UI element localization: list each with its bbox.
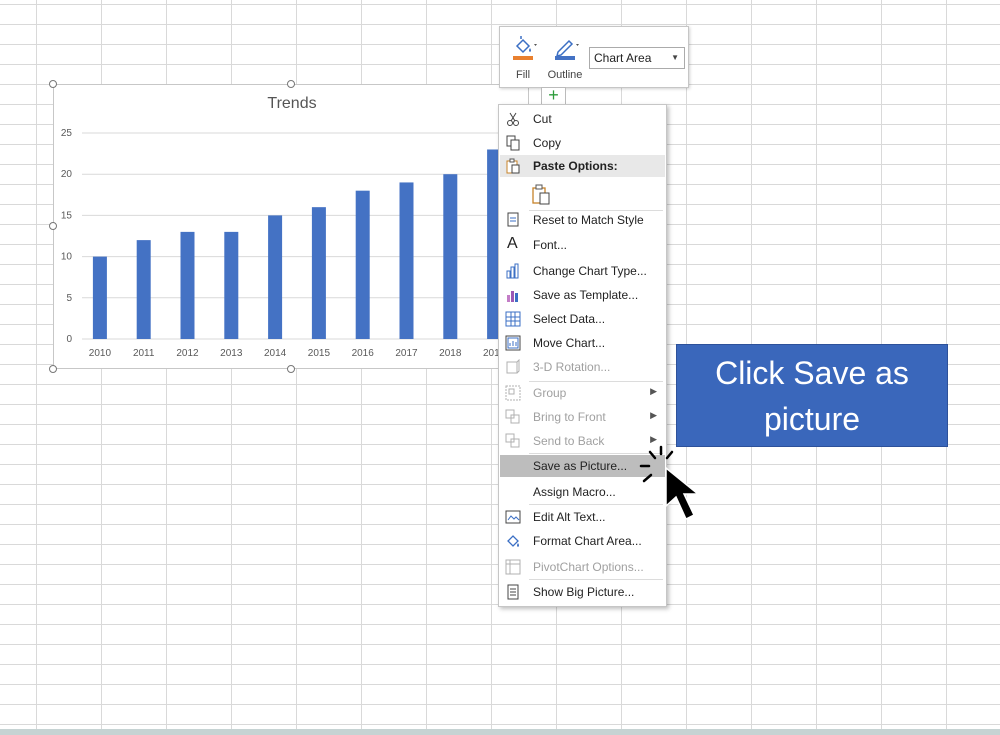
window-bottom-edge (0, 729, 1000, 735)
group-icon (505, 385, 521, 401)
menu-item-select-data[interactable]: Select Data... (500, 308, 665, 330)
mouse-cursor-click-icon (639, 445, 701, 521)
outline-label: Outline (547, 69, 583, 81)
bar-chart-icon (505, 263, 521, 279)
chart-element-select-value: Chart Area (594, 51, 652, 65)
format-paint-bucket-icon (505, 533, 521, 549)
fill-label: Fill (515, 69, 531, 81)
paste-clipboard-icon (505, 158, 521, 174)
bar (224, 231, 239, 339)
fill-button[interactable]: Fill (506, 31, 540, 83)
x-tick-label: 2011 (133, 348, 155, 359)
menu-separator (529, 579, 663, 580)
menu-item-cut[interactable]: Cut (500, 108, 665, 130)
instruction-callout: Click Save as picture (676, 344, 948, 447)
select-data-icon (505, 311, 521, 327)
outline-button[interactable]: Outline (544, 31, 586, 83)
menu-item-show-big-picture[interactable]: Show Big Picture... (500, 581, 665, 603)
menu-item-3d-rotation: 3-D Rotation... (500, 356, 665, 378)
dropdown-arrow-icon: ▼ (671, 53, 679, 62)
paste-option-keep-format[interactable] (500, 180, 665, 208)
menu-item-pivotchart-options: PivotChart Options... (500, 556, 665, 578)
resize-handle-top-left[interactable] (49, 80, 57, 88)
y-tick-label: 10 (61, 252, 73, 263)
move-chart-icon (505, 335, 521, 351)
bar (399, 182, 414, 339)
template-chart-icon (505, 287, 521, 303)
x-tick-label: 2016 (352, 348, 375, 359)
cube-rotation-icon (505, 358, 521, 375)
paint-bucket-icon (513, 36, 537, 60)
menu-item-copy[interactable]: Copy (500, 132, 665, 154)
bring-to-front-icon (505, 409, 521, 425)
menu-item-change-chart-type[interactable]: Change Chart Type... (500, 260, 665, 282)
scissors-icon (505, 111, 521, 127)
resize-handle-bottom[interactable] (287, 365, 295, 373)
resize-handle-top[interactable] (287, 80, 295, 88)
x-tick-label: 2012 (176, 348, 199, 359)
menu-header-paste-options: Paste Options: (500, 155, 665, 177)
format-mini-toolbar: Fill Outline Chart Area ▼ (499, 26, 689, 88)
x-tick-label: 2018 (439, 348, 462, 359)
submenu-arrow-icon: ▶ (650, 410, 657, 420)
bar (180, 231, 195, 339)
menu-item-font[interactable]: A Font... (500, 234, 665, 256)
x-tick-label: 2017 (395, 348, 418, 359)
bar (268, 215, 283, 339)
pivot-table-icon (505, 559, 521, 575)
chart-area[interactable]: Trends 0 5 10 15 20 25 2010 2011 2012 2013 2014 201… (53, 84, 529, 369)
pencil-outline-icon (555, 39, 579, 60)
bar (136, 240, 151, 339)
bar (311, 207, 326, 339)
menu-item-reset-to-match-style[interactable]: Reset to Match Style (500, 209, 665, 231)
y-tick-label: 15 (61, 210, 73, 221)
y-tick-label: 0 (66, 334, 72, 345)
menu-item-save-as-template[interactable]: Save as Template... (500, 284, 665, 306)
paste-clipboard-icon (532, 184, 552, 206)
alt-text-icon (505, 509, 521, 525)
menu-item-bring-to-front: Bring to Front ▶ (500, 406, 665, 428)
y-tick-label: 5 (66, 293, 72, 304)
resize-handle-bottom-left[interactable] (49, 365, 57, 373)
send-to-back-icon (505, 433, 521, 449)
bar (355, 190, 370, 339)
y-tick-label: 20 (61, 169, 73, 180)
reset-style-icon (505, 212, 521, 228)
font-a-icon: A (507, 235, 518, 252)
resize-handle-left[interactable] (49, 222, 57, 230)
x-tick-label: 2010 (89, 348, 112, 359)
copy-icon (505, 135, 521, 151)
document-list-icon (505, 584, 521, 600)
menu-item-group: Group ▶ (500, 382, 665, 404)
x-tick-label: 2015 (308, 348, 331, 359)
x-tick-label: 2014 (264, 348, 287, 359)
x-tick-label: 2013 (220, 348, 243, 359)
bar (443, 174, 458, 339)
bar (92, 256, 107, 339)
y-tick-label: 25 (61, 128, 73, 139)
chart-element-select[interactable]: Chart Area ▼ (589, 47, 685, 69)
submenu-arrow-icon: ▶ (650, 386, 657, 396)
chart-plot[interactable]: 0 5 10 15 20 25 2010 2011 2012 2013 2014 2015 2016 20… (54, 85, 530, 370)
menu-item-move-chart[interactable]: Move Chart... (500, 332, 665, 354)
